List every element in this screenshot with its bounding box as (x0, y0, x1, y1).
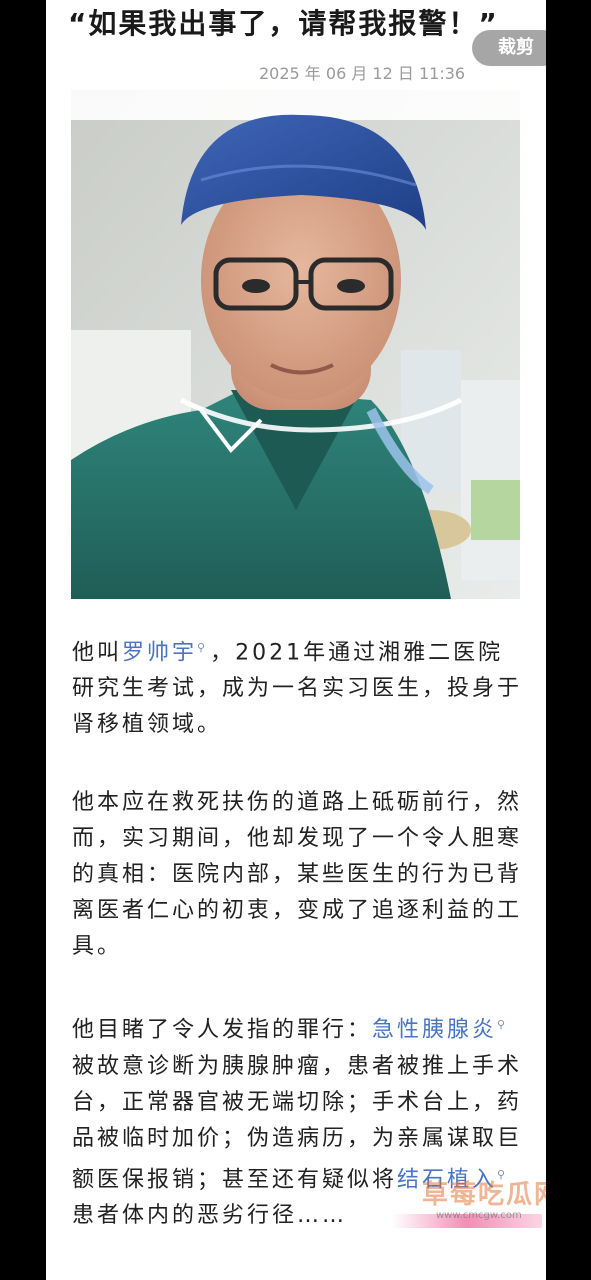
paragraph-3-before: 他目睹了令人发指的罪行： (72, 1017, 373, 1043)
photo-illustration (71, 90, 520, 599)
paragraph-2: 他本应在救死扶伤的道路上砥砺前行，然而，实习期间，他却发现了一个令人胆寒的真相：… (72, 790, 523, 960)
publish-date: 2025 年 06 月 12 日 11:36 (259, 64, 466, 83)
link-luo-shuaiyu[interactable]: 罗帅宇 (122, 640, 197, 665)
watermark-text: 草莓吃瓜网 (422, 1180, 546, 1210)
link-acute-pancreatitis[interactable]: 急性胰腺炎 (372, 1018, 497, 1043)
article-card: “如果我出事了，请帮我报警！” 2025 年 06 月 12 日 11:36 裁… (46, 0, 546, 1280)
search-icon[interactable]: ⚲ (497, 1018, 508, 1031)
paragraph-3-after: 患者体内的恶劣行径…… (72, 1202, 348, 1228)
search-icon[interactable]: ⚲ (197, 641, 208, 654)
crop-button[interactable]: 裁剪 (472, 30, 546, 66)
article-title: “如果我出事了，请帮我报警！” (68, 7, 499, 40)
doctor-photo[interactable] (71, 90, 520, 599)
watermark-url: www.cmcgw.com (436, 1210, 522, 1221)
site-watermark: 草莓吃瓜网 www.cmcgw.com (392, 1174, 546, 1238)
paragraph-1-before: 他叫 (72, 640, 123, 666)
paragraph-1: 他叫罗帅宇⚲，2021年通过湘雅二医院研究生考试，成为一名实习医生，投身于肾移植… (72, 630, 524, 743)
